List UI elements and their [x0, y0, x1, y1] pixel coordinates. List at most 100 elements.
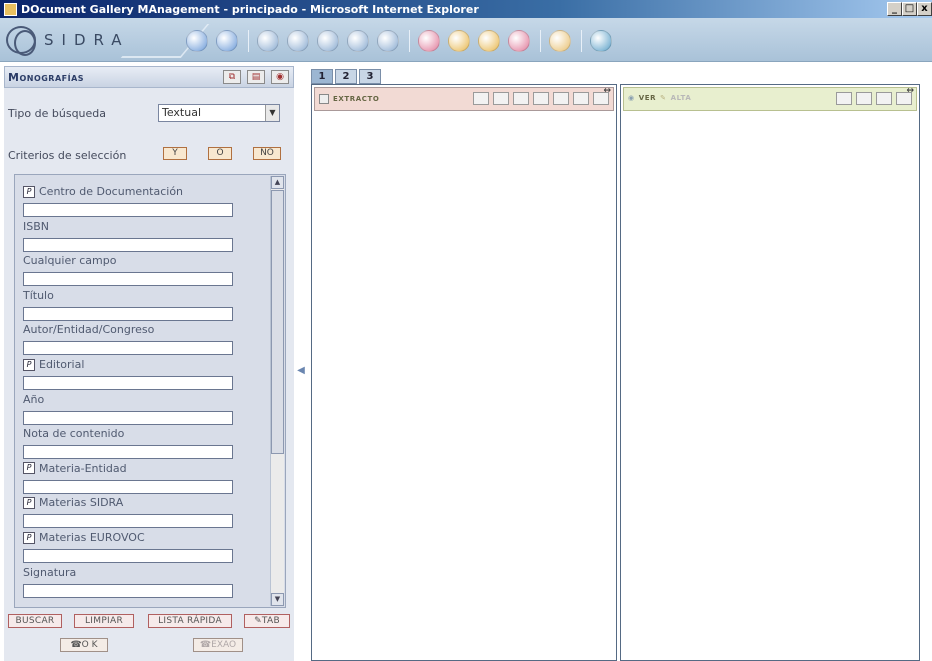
maximize-button[interactable]: □ [902, 2, 917, 16]
detail-view-icon[interactable] [836, 92, 852, 105]
field-label-text: Año [23, 392, 45, 406]
extract-pane-header: EXTRACTO ↔ [314, 86, 614, 111]
save-icon[interactable] [573, 92, 589, 105]
criteria-label: Criterios de selección [8, 149, 127, 162]
field-input[interactable] [23, 341, 233, 356]
exao-button[interactable]: ☎EXAO [193, 638, 243, 652]
lookup-icon[interactable]: P [23, 462, 35, 475]
toolbar-separator [248, 30, 249, 52]
window-titlebar: DOcument Gallery MAnagement - principado… [0, 0, 932, 18]
field-input[interactable] [23, 203, 233, 217]
exao-button-label: EXAO [211, 640, 237, 650]
settings-icon[interactable]: ◉ [271, 70, 289, 84]
close-icon[interactable] [508, 30, 530, 52]
ok-button[interactable]: ☎O K [60, 638, 108, 652]
quick-list-button[interactable]: LISTA RÁPIDA [148, 614, 232, 628]
field-input[interactable] [23, 376, 233, 390]
field-input[interactable] [23, 237, 233, 252]
forward-icon[interactable] [216, 30, 238, 52]
book-icon[interactable] [590, 30, 612, 52]
chevron-down-icon[interactable]: ▼ [265, 105, 279, 121]
list-icon[interactable] [347, 30, 369, 52]
tab-2[interactable]: 2 [335, 69, 357, 84]
screen-icon[interactable] [876, 92, 892, 105]
alta-title[interactable]: ALTA [671, 94, 692, 102]
scroll-thumb[interactable] [271, 190, 284, 454]
field-label: Cualquier campo [23, 254, 116, 267]
check-icon[interactable] [533, 92, 549, 105]
fields-scrollbar[interactable]: ▲ ▼ [270, 176, 284, 606]
help-icon[interactable] [478, 30, 500, 52]
field-label: Signatura [23, 566, 76, 579]
tools-icon[interactable] [317, 30, 339, 52]
window-controls: _ □ x [887, 2, 932, 16]
search-type-label: Tipo de búsqueda [8, 107, 107, 120]
panel-header: Monografías ⧉ ▤ ◉ [4, 66, 294, 88]
main-toolbar: SIDRA [0, 18, 932, 62]
field-input[interactable] [23, 583, 233, 598]
record-icon[interactable] [473, 92, 489, 105]
field-label: Año [23, 393, 44, 406]
ie-icon [4, 2, 17, 16]
field-input[interactable] [23, 514, 233, 529]
export-icon[interactable] [553, 92, 569, 105]
hand-icon[interactable] [549, 30, 571, 52]
copy-icon[interactable]: ⧉ [223, 70, 241, 84]
notes-icon[interactable] [448, 30, 470, 52]
field-input[interactable] [23, 549, 233, 563]
mail-icon[interactable] [418, 30, 440, 52]
pin-icon[interactable] [377, 30, 399, 52]
field-label: Nota de contenido [23, 427, 124, 440]
back-icon[interactable] [186, 30, 208, 52]
view-title[interactable]: VER [639, 94, 656, 102]
expand-icon[interactable]: ↔ [603, 86, 611, 96]
close-window-button[interactable]: x [917, 2, 932, 16]
lookup-icon[interactable]: P [23, 531, 35, 544]
scroll-down-icon[interactable]: ▼ [271, 593, 284, 606]
field-label: ISBN [23, 220, 49, 233]
field-input[interactable] [23, 445, 233, 460]
search-type-value: Textual [162, 106, 202, 119]
panel-title: Monografías [8, 70, 85, 84]
scroll-up-icon[interactable]: ▲ [271, 176, 284, 189]
tab-1[interactable]: 1 [311, 69, 333, 84]
toolbar-separator [581, 30, 582, 52]
search-button[interactable]: BUSCAR [8, 614, 62, 628]
tab-3[interactable]: 3 [359, 69, 381, 84]
field-label-text: Materias SIDRA [39, 496, 124, 510]
lookup-icon[interactable]: P [23, 358, 35, 371]
list-view-icon[interactable] [493, 92, 509, 105]
minimize-button[interactable]: _ [887, 2, 902, 16]
field-label-text: Signatura [23, 565, 77, 579]
chevron-left-icon[interactable]: ◀ [297, 365, 305, 376]
grid-icon[interactable]: ▤ [247, 70, 265, 84]
lookup-icon[interactable]: P [23, 496, 35, 509]
expand-view-icon[interactable]: ↔ [906, 86, 914, 96]
toolbar-separator [409, 30, 410, 52]
extract-title: EXTRACTO [333, 95, 380, 103]
field-label-text: Título [23, 288, 54, 302]
field-input[interactable] [23, 479, 233, 494]
toolbar-icons [186, 30, 620, 52]
clear-button[interactable]: LIMPIAR [74, 614, 134, 628]
field-label: Título [23, 289, 54, 302]
tab-button[interactable]: ✎TAB [244, 614, 290, 628]
field-input[interactable] [23, 306, 233, 321]
search-type-select[interactable]: Textual ▼ [158, 104, 280, 122]
criteria-or-button[interactable]: O [208, 147, 232, 160]
edit-icon: ✎ [660, 94, 667, 102]
copy-record-icon[interactable] [856, 92, 872, 105]
field-label-text: Cualquier campo [23, 254, 117, 268]
numbering-icon[interactable] [513, 92, 529, 105]
criteria-and-button[interactable]: Y [163, 147, 187, 160]
sidra-logo-text: SIDRA [44, 31, 130, 49]
field-input[interactable] [23, 272, 233, 287]
field-label-text: ISBN [23, 219, 50, 233]
field-input[interactable] [23, 410, 233, 425]
document-icon[interactable] [287, 30, 309, 52]
search-icon[interactable] [257, 30, 279, 52]
sidra-logo-icon [6, 26, 36, 56]
lookup-icon[interactable]: P [23, 185, 35, 198]
criteria-not-button[interactable]: NO [253, 147, 281, 160]
panel-splitter[interactable]: ◀ [296, 340, 306, 400]
